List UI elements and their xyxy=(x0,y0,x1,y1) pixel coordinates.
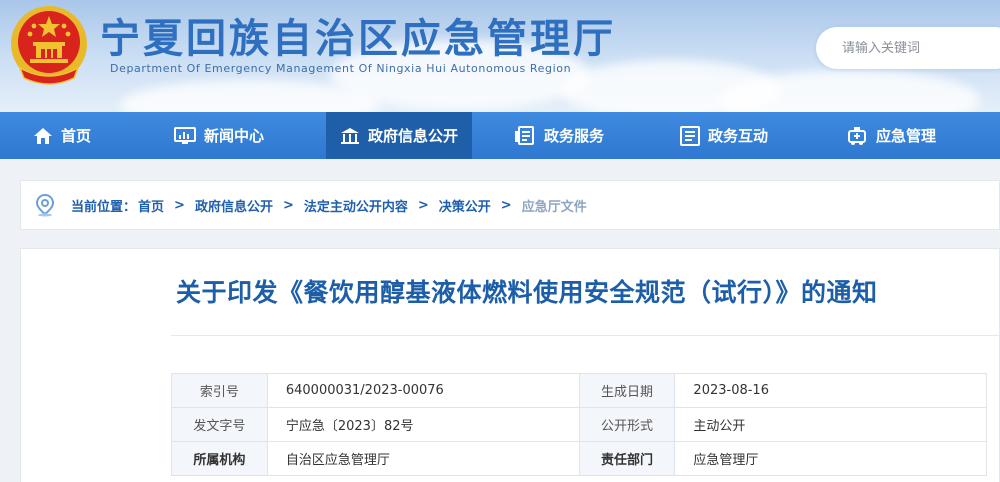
meta-value-index-no: 640000031/2023-00076 xyxy=(266,373,580,408)
nav-label: 应急管理 xyxy=(875,127,936,145)
breadcrumb-current[interactable]: 应急厅文件 xyxy=(522,196,587,215)
monitor-chart-icon xyxy=(173,126,196,144)
nav-label: 新闻中心 xyxy=(203,127,264,145)
meta-key-disclosure: 公开形式 xyxy=(578,407,676,442)
search-box xyxy=(816,27,1000,69)
home-icon xyxy=(33,127,52,144)
national-emblem-icon xyxy=(11,6,87,85)
table-row: 索引号 640000031/2023-00076 生成日期 2023-08-16 xyxy=(171,373,987,408)
meta-key-doc-no: 发文字号 xyxy=(171,407,268,442)
article-panel: 关于印发《餐饮用醇基液体燃料使用安全规范（试行）》的通知 索引号 6400000… xyxy=(20,248,1000,482)
nav-item-gov-service[interactable]: 政务服务 xyxy=(472,112,646,159)
meta-value-agency: 自治区应急管理厅 xyxy=(266,441,580,476)
location-pin-icon xyxy=(35,193,55,217)
nav-item-gov-interaction[interactable]: 政务互动 xyxy=(646,112,802,159)
meta-key-date: 生成日期 xyxy=(578,373,676,408)
nav-label: 首页 xyxy=(60,127,91,145)
table-row: 发文字号 宁应急〔2023〕82号 公开形式 主动公开 xyxy=(171,407,987,442)
nav-label: 政务互动 xyxy=(707,127,768,145)
nav-item-emergency[interactable]: 应急管理 xyxy=(802,112,980,159)
header-banner: 宁夏回族自治区应急管理厅 Department Of Emergency Man… xyxy=(0,0,1000,112)
nav-label: 政务服务 xyxy=(543,127,604,145)
meta-key-index-no: 索引号 xyxy=(171,373,268,408)
breadcrumb: 当前位置： 首页 > 政府信息公开 > 法定主动公开内容 > 决策公开 > 应急… xyxy=(20,180,1000,230)
breadcrumb-label: 当前位置： xyxy=(71,199,137,215)
meta-value-department: 应急管理厅 xyxy=(674,441,987,476)
meta-value-disclosure: 主动公开 xyxy=(674,407,987,442)
interaction-list-icon xyxy=(679,125,700,146)
government-building-icon xyxy=(340,127,359,144)
search-input[interactable] xyxy=(842,40,992,56)
nav-item-news[interactable]: 新闻中心 xyxy=(124,112,314,159)
table-row: 所属机构 自治区应急管理厅 责任部门 应急管理厅 xyxy=(171,441,987,476)
meta-value-date: 2023-08-16 xyxy=(674,373,987,408)
meta-key-agency: 所属机构 xyxy=(171,441,268,476)
meta-key-department: 责任部门 xyxy=(578,441,676,476)
emergency-vehicle-icon xyxy=(847,126,866,145)
title-divider xyxy=(171,335,1000,336)
breadcrumb-separator: > xyxy=(500,197,512,213)
breadcrumb-separator: > xyxy=(174,197,185,213)
document-metadata-table: 索引号 640000031/2023-00076 生成日期 2023-08-16… xyxy=(171,373,987,476)
breadcrumb-link-statutory[interactable]: 法定主动公开内容 xyxy=(304,196,408,215)
nav-item-home[interactable]: 首页 xyxy=(0,112,124,159)
article-title: 关于印发《餐饮用醇基液体燃料使用安全规范（试行）》的通知 xyxy=(176,278,878,307)
breadcrumb-separator: > xyxy=(282,197,294,213)
main-nav: 首页 新闻中心 政府信息公开 政务服务 政务互动 应急管理 xyxy=(0,112,1000,159)
nav-item-gov-info[interactable]: 政府信息公开 xyxy=(326,112,472,159)
breadcrumb-link-gov-info[interactable]: 政府信息公开 xyxy=(195,196,273,215)
service-document-icon xyxy=(514,125,534,145)
nav-label: 政府信息公开 xyxy=(367,127,458,145)
breadcrumb-link-home[interactable]: 首页 xyxy=(138,196,164,215)
site-subtitle: Department Of Emergency Management Of Ni… xyxy=(110,62,572,75)
site-title: 宁夏回族自治区应急管理厅 xyxy=(100,16,616,62)
breadcrumb-separator: > xyxy=(417,197,429,213)
meta-value-doc-no: 宁应急〔2023〕82号 xyxy=(266,407,580,442)
breadcrumb-link-decision[interactable]: 决策公开 xyxy=(439,196,491,215)
